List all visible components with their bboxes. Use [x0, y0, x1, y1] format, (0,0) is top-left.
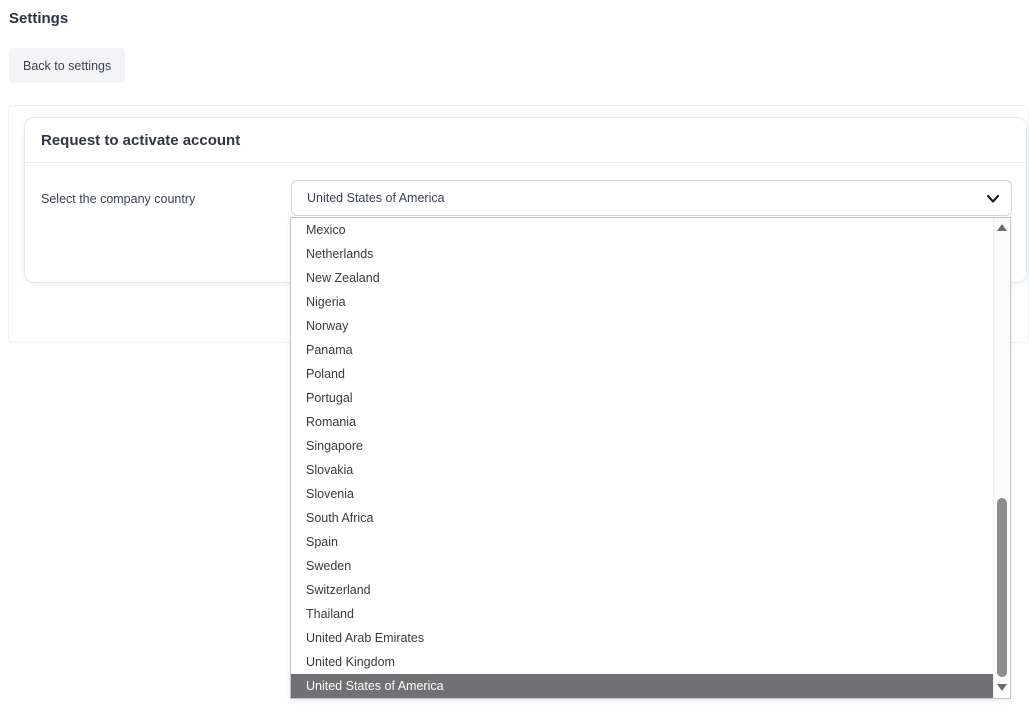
triangle-up-icon[interactable] — [997, 224, 1007, 231]
country-option[interactable]: New Zealand — [291, 266, 993, 290]
back-to-settings-button[interactable]: Back to settings — [9, 48, 125, 83]
country-option[interactable]: Mexico — [291, 218, 993, 242]
chevron-down-icon — [986, 193, 1000, 207]
country-dropdown-list: MexicoNetherlandsNew ZealandNigeriaNorwa… — [290, 217, 1011, 699]
country-option[interactable]: Spain — [291, 530, 993, 554]
country-option[interactable]: Slovenia — [291, 482, 993, 506]
country-option[interactable]: Singapore — [291, 434, 993, 458]
country-select-label: Select the company country — [41, 192, 195, 206]
country-option[interactable]: Panama — [291, 338, 993, 362]
country-option[interactable]: Slovakia — [291, 458, 993, 482]
page-title: Settings — [9, 10, 68, 27]
country-option[interactable]: Poland — [291, 362, 993, 386]
card-title: Request to activate account — [41, 132, 240, 149]
country-option[interactable]: Netherlands — [291, 242, 993, 266]
country-option[interactable]: Thailand — [291, 602, 993, 626]
country-option[interactable]: United States of America — [291, 674, 993, 698]
dropdown-scrollbar[interactable] — [993, 218, 1010, 698]
country-option[interactable]: Switzerland — [291, 578, 993, 602]
country-option[interactable]: United Kingdom — [291, 650, 993, 674]
country-option[interactable]: Sweden — [291, 554, 993, 578]
country-select-value: United States of America — [307, 191, 445, 205]
settings-page: Settings Back to settings Request to act… — [0, 0, 1029, 712]
country-option[interactable]: South Africa — [291, 506, 993, 530]
country-option[interactable]: Norway — [291, 314, 993, 338]
country-option[interactable]: Romania — [291, 410, 993, 434]
scrollbar-thumb[interactable] — [997, 498, 1007, 677]
country-select[interactable]: United States of America — [291, 180, 1012, 216]
country-option[interactable]: Nigeria — [291, 290, 993, 314]
triangle-down-icon[interactable] — [997, 684, 1007, 691]
card-header: Request to activate account — [25, 118, 1026, 163]
country-option[interactable]: Portugal — [291, 386, 993, 410]
country-option-list: MexicoNetherlandsNew ZealandNigeriaNorwa… — [291, 218, 993, 698]
country-option[interactable]: United Arab Emirates — [291, 626, 993, 650]
